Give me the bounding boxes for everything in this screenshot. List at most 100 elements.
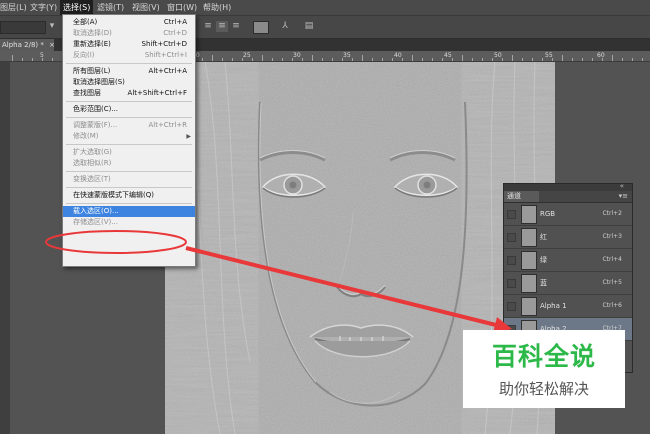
ruler-tick	[542, 58, 543, 61]
document-tab[interactable]: Alpha 2/8) * ×	[0, 39, 55, 51]
ruler-tick	[302, 58, 303, 61]
ruler-tick	[342, 58, 343, 61]
ruler-tick	[22, 58, 23, 61]
menu-view[interactable]: 视图(V)	[132, 0, 160, 15]
channel-row[interactable]: Alpha 1 Ctrl+6	[504, 295, 632, 318]
panels-toggle-icon[interactable]: ▤	[303, 21, 315, 32]
menu-item-label: 取消选择(D)	[73, 29, 112, 37]
ruler-tick	[332, 58, 333, 61]
visibility-eye-icon[interactable]	[507, 233, 516, 242]
collapse-icon[interactable]: «	[620, 182, 624, 190]
align-center-icon[interactable]: ≡	[216, 21, 228, 32]
ruler-tick	[462, 55, 463, 61]
ruler-tick	[312, 55, 313, 61]
color-swatch[interactable]	[253, 21, 269, 34]
ruler-tick	[232, 58, 233, 61]
dropdown-icon[interactable]: ▾	[46, 21, 58, 32]
menu-item[interactable]: 取消选择图层(S)	[63, 77, 195, 88]
ruler-tick	[592, 58, 593, 61]
ruler-tick	[32, 58, 33, 61]
menu-item[interactable]: 全部(A) Ctrl+A	[63, 17, 195, 28]
channel-thumbnail	[521, 251, 537, 270]
menu-item: 修改(M) ▶	[63, 131, 195, 142]
menu-item-label: 修改(M)	[73, 132, 99, 140]
visibility-eye-icon[interactable]	[507, 210, 516, 219]
menu-item[interactable]: 在快速蒙版模式下编辑(Q)	[63, 190, 195, 201]
ruler-tick	[282, 58, 283, 61]
menu-item-label: 变换选区(T)	[73, 175, 111, 183]
menu-item[interactable]: 查找图层 Alt+Shift+Ctrl+F	[63, 88, 195, 99]
ruler-tick	[322, 58, 323, 61]
channel-row[interactable]: 绿 Ctrl+4	[504, 249, 632, 272]
menu-help[interactable]: 帮助(H)	[203, 0, 231, 15]
channel-row[interactable]: 蓝 Ctrl+5	[504, 272, 632, 295]
menu-item: 存储选区(V)...	[63, 217, 195, 228]
align-right-icon[interactable]: ≡	[230, 21, 242, 32]
menu-item: 扩大选取(G)	[63, 147, 195, 158]
menu-item-label: 色彩范围(C)...	[73, 105, 119, 113]
vertical-ruler	[0, 62, 10, 434]
menu-window[interactable]: 窗口(W)	[167, 0, 197, 15]
ruler-tick	[552, 58, 553, 61]
menu-item: 取消选择(D) Ctrl+D	[63, 28, 195, 39]
menu-separator	[66, 203, 192, 204]
menu-separator	[66, 187, 192, 188]
options-field[interactable]	[0, 21, 46, 34]
ruler-tick	[262, 55, 263, 61]
channels-tab[interactable]: 通道	[504, 191, 539, 202]
menu-item-label: 调整蒙版(F)...	[73, 121, 118, 129]
menu-separator	[66, 63, 192, 64]
menu-type[interactable]: 文字(Y)	[30, 0, 57, 15]
menu-item: 变换选区(T)	[63, 174, 195, 185]
watermark-subtitle: 助你轻松解决	[498, 380, 589, 398]
ruler-number: 45	[444, 52, 452, 59]
ruler-tick	[242, 58, 243, 61]
channel-name: RGB	[540, 210, 556, 218]
menu-item[interactable]: 重新选择(E) Shift+Ctrl+D	[63, 39, 195, 50]
ruler-tick	[432, 58, 433, 61]
menu-item-label: 反向(I)	[73, 51, 95, 59]
channel-thumbnail	[521, 205, 537, 224]
menu-item-label: 扩大选取(G)	[73, 148, 112, 156]
close-icon[interactable]: ×	[49, 41, 55, 49]
ruler-tick	[522, 58, 523, 61]
menu-select[interactable]: 选择(S)	[60, 0, 94, 15]
menu-item-shortcut: Ctrl+A	[163, 18, 187, 26]
channel-row[interactable]: 红 Ctrl+3	[504, 226, 632, 249]
warp-text-icon[interactable]: ⅄	[279, 21, 291, 32]
panel-collapse-bar[interactable]: «	[504, 182, 632, 191]
menu-item-shortcut: Alt+Ctrl+R	[148, 121, 187, 129]
menu-layer[interactable]: 图层(L)	[0, 0, 27, 15]
menu-item-label: 所有图层(L)	[73, 67, 111, 75]
channel-row[interactable]: RGB Ctrl+2	[504, 203, 632, 226]
align-left-icon[interactable]: ≡	[202, 21, 214, 32]
ruler-number: 50	[494, 52, 502, 59]
ruler-tick	[392, 58, 393, 61]
ruler-tick	[472, 58, 473, 61]
menu-item[interactable]: 载入选区(O)...	[63, 206, 195, 217]
menu-item-label: 重新选择(E)	[73, 40, 111, 48]
visibility-eye-icon[interactable]	[507, 279, 516, 288]
ruler-tick	[602, 58, 603, 61]
menu-item[interactable]: 色彩范围(C)...	[63, 104, 195, 115]
channels-header: 通道 ▾≡	[504, 191, 632, 203]
channel-shortcut: Ctrl+6	[602, 302, 622, 309]
panel-menu-icon[interactable]: ▾≡	[619, 191, 628, 202]
menu-item: 调整蒙版(F)... Alt+Ctrl+R	[63, 120, 195, 131]
watermark-title: 百科全说	[491, 342, 596, 371]
ruler-tick	[512, 55, 513, 61]
menu-item[interactable]: 所有图层(L) Alt+Ctrl+A	[63, 66, 195, 77]
menu-separator	[66, 117, 192, 118]
visibility-eye-icon[interactable]	[507, 302, 516, 311]
ruler-number: 40	[394, 52, 402, 59]
ruler-tick	[402, 58, 403, 61]
channel-shortcut: Ctrl+2	[602, 210, 622, 217]
menu-filter[interactable]: 滤镜(T)	[97, 0, 124, 15]
menu-separator	[66, 171, 192, 172]
menu-item-label: 选取相似(R)	[73, 159, 112, 167]
menu-item: 反向(I) Shift+Ctrl+I	[63, 50, 195, 61]
ruler-number: 35	[343, 52, 351, 59]
visibility-eye-icon[interactable]	[507, 256, 516, 265]
ruler-tick	[252, 58, 253, 61]
menu-item-shortcut: Alt+Shift+Ctrl+F	[127, 89, 187, 97]
